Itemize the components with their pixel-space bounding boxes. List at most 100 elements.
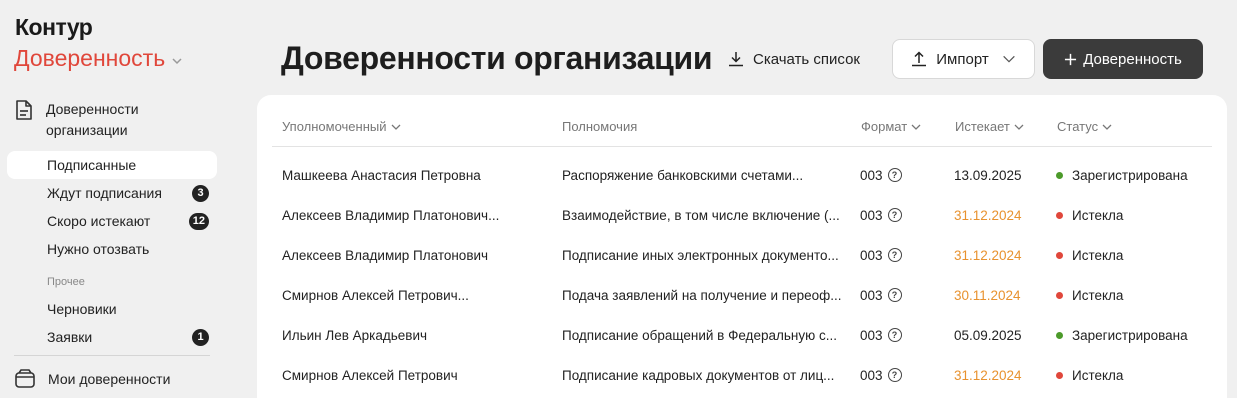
- kontur-logo[interactable]: Контур: [15, 14, 93, 41]
- help-icon[interactable]: ?: [887, 328, 902, 342]
- expires-cell: 30.11.2024: [954, 275, 1044, 315]
- sidebar-item-signed[interactable]: Подписанные: [7, 151, 217, 179]
- sidebar-item-label: Ждут подписания: [47, 185, 162, 201]
- expires-date: 13.09.2025: [954, 167, 1022, 183]
- powers-cell: Подписание обращений в Федеральную с...: [562, 315, 847, 355]
- column-header-expires[interactable]: Истекает: [955, 119, 1024, 134]
- table-row[interactable]: Алексеев Владимир Платонович... Взаимодей…: [272, 195, 1212, 235]
- powers-text: Подписание иных электронных документо...: [562, 247, 839, 263]
- status-cell: Истекла: [1056, 195, 1216, 235]
- authorized-person-cell: Машкеева Анастасия Петровна: [282, 155, 552, 195]
- format-value: 003: [860, 327, 883, 343]
- chevron-down-icon: [1002, 55, 1015, 63]
- status-dot-icon: [1056, 211, 1063, 219]
- expires-date: 31.12.2024: [954, 207, 1022, 223]
- sidebar-item-requests[interactable]: Заявки 1: [7, 323, 217, 351]
- sidebar-item-need-revoke[interactable]: Нужно отозвать: [7, 235, 217, 263]
- authorized-person-cell: Смирнов Алексей Петрович...: [282, 275, 552, 315]
- authorized-person-cell: Ильин Лев Аркадьевич: [282, 315, 552, 355]
- format-cell: 003?: [860, 195, 940, 235]
- status-text: Истекла: [1072, 287, 1124, 303]
- poa-table: Уполномоченный Полномочия Формат Истекае…: [257, 95, 1227, 398]
- help-icon[interactable]: ?: [887, 168, 902, 182]
- expires-date: 30.11.2024: [954, 287, 1021, 303]
- column-label: Полномочия: [562, 119, 638, 134]
- status-dot-icon: [1056, 331, 1063, 339]
- authorized-person: Смирнов Алексей Петрович...: [282, 287, 469, 303]
- authorized-person-cell: Алексеев Владимир Платонович: [282, 235, 552, 275]
- sidebar-divider: [14, 355, 210, 356]
- powers-cell: Подписание иных электронных документо...: [562, 235, 847, 275]
- format-value: 003: [860, 167, 883, 183]
- status-dot-icon: [1056, 291, 1063, 299]
- status-cell: Истекла: [1056, 275, 1216, 315]
- status-dot-icon: [1056, 371, 1063, 379]
- page-title: Доверенности организации: [281, 40, 713, 76]
- table-header: Уполномоченный Полномочия Формат Истекае…: [272, 117, 1212, 147]
- powers-text: Подача заявлений на получение и переоф..…: [562, 287, 842, 303]
- help-icon[interactable]: ?: [887, 288, 902, 302]
- count-badge: 1: [192, 328, 209, 346]
- format-cell: 003?: [860, 155, 940, 195]
- format-cell: 003?: [860, 235, 940, 275]
- authorized-person: Алексеев Владимир Платонович: [282, 247, 489, 263]
- sidebar-item-my-poa[interactable]: Мои доверенности: [14, 368, 170, 390]
- format-value: 003: [860, 367, 883, 383]
- plus-icon: [1065, 53, 1077, 65]
- table-row[interactable]: Машкеева Анастасия Петровна Распоряжение …: [272, 155, 1212, 195]
- import-button[interactable]: Импорт: [892, 39, 1035, 79]
- column-header-format[interactable]: Формат: [861, 119, 921, 134]
- sidebar-item-expiring-soon[interactable]: Скоро истекают 12: [7, 207, 217, 235]
- powers-cell: Подписание кадровых документов от лиц...: [562, 355, 847, 395]
- sidebar-item-label: Черновики: [47, 301, 117, 317]
- chevron-down-icon: [391, 124, 400, 130]
- help-icon[interactable]: ?: [887, 368, 902, 382]
- powers-text: Взаимодействие, в том числе включение (.…: [562, 207, 840, 223]
- format-value: 003: [860, 287, 883, 303]
- authorized-person-cell: Алексеев Владимир Платонович...: [282, 195, 552, 235]
- new-poa-label: Доверенность: [1083, 50, 1182, 68]
- authorized-person: Ильин Лев Аркадьевич: [282, 327, 428, 343]
- expires-cell: 31.12.2024: [954, 235, 1044, 275]
- sidebar-item-awaiting-signature[interactable]: Ждут подписания 3: [7, 179, 217, 207]
- upload-icon: [912, 51, 927, 67]
- powers-cell: Распоряжение банковскими счетами...: [562, 155, 847, 195]
- authorized-person: Алексеев Владимир Платонович...: [282, 207, 500, 223]
- format-cell: 003?: [860, 355, 940, 395]
- help-icon[interactable]: ?: [887, 208, 902, 222]
- chevron-down-icon: [1102, 124, 1112, 130]
- format-value: 003: [860, 207, 883, 223]
- column-label: Истекает: [955, 119, 1010, 134]
- column-label: Статус: [1057, 119, 1099, 134]
- sidebar-item-drafts[interactable]: Черновики: [7, 295, 217, 323]
- powers-cell: Взаимодействие, в том числе включение (.…: [562, 195, 847, 235]
- expires-date: 05.09.2025: [954, 327, 1022, 343]
- powers-text: Подписание обращений в Федеральную с...: [562, 327, 837, 343]
- table-row[interactable]: Алексеев Владимир Платонович Подписание и…: [272, 235, 1212, 275]
- status-text: Зарегистрирована: [1072, 167, 1188, 183]
- status-cell: Истекла: [1056, 235, 1216, 275]
- product-name: Доверенность: [14, 45, 166, 71]
- new-poa-button[interactable]: Доверенность: [1043, 39, 1203, 79]
- expires-cell: 31.12.2024: [954, 195, 1044, 235]
- wallet-icon: [15, 369, 35, 388]
- authorized-person-cell: Смирнов Алексей Петрович: [282, 355, 552, 395]
- product-switcher[interactable]: Доверенность: [14, 45, 183, 72]
- column-header-status[interactable]: Статус: [1057, 119, 1112, 134]
- table-row[interactable]: Смирнов Алексей Петрович... Подача заявле…: [272, 275, 1212, 315]
- powers-text: Подписание кадровых документов от лиц...: [562, 367, 835, 383]
- status-dot-icon: [1056, 251, 1063, 259]
- sidebar-item-label: Подписанные: [47, 157, 137, 173]
- chevron-down-icon: [172, 57, 182, 64]
- column-header-authorized[interactable]: Уполномоченный: [282, 119, 401, 134]
- table-row[interactable]: Ильин Лев Аркадьевич Подписание обращений…: [272, 315, 1212, 355]
- format-value: 003: [860, 247, 883, 263]
- expires-cell: 13.09.2025: [954, 155, 1044, 195]
- sidebar-item-label: Заявки: [47, 329, 93, 345]
- help-icon[interactable]: ?: [887, 248, 902, 262]
- sidebar-group-org-poa[interactable]: Доверенности организации: [14, 99, 219, 141]
- table-row[interactable]: Смирнов Алексей Петрович Подписание кадро…: [272, 355, 1212, 395]
- download-list-button[interactable]: Скачать список: [727, 44, 860, 74]
- column-label: Уполномоченный: [282, 119, 387, 134]
- status-cell: Зарегистрирована: [1056, 315, 1216, 355]
